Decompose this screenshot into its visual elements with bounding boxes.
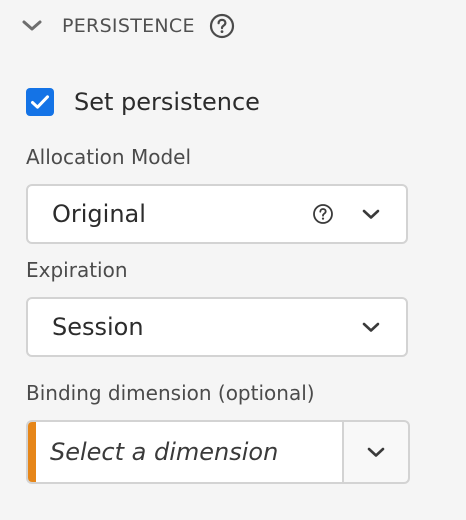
help-circle-icon — [209, 13, 234, 39]
collapse-toggle-button[interactable] — [20, 14, 44, 38]
expiration-chevron — [360, 316, 382, 338]
validation-indicator-bar — [28, 422, 36, 482]
binding-dimension-dropdown-button[interactable] — [342, 420, 410, 484]
set-persistence-checkbox-row[interactable]: Set persistence — [26, 86, 260, 118]
binding-dimension-placeholder: Select a dimension — [50, 438, 279, 466]
checkmark-icon — [31, 95, 49, 109]
chevron-down-icon — [22, 20, 42, 31]
expiration-value: Session — [52, 313, 144, 341]
binding-dimension-label: Binding dimension (optional) — [26, 381, 315, 405]
chevron-down-icon — [367, 447, 385, 457]
set-persistence-label: Set persistence — [74, 88, 260, 116]
allocation-model-dropdown[interactable]: Original — [26, 184, 408, 244]
help-circle-icon — [313, 204, 333, 224]
section-header: PERSISTENCE — [20, 8, 235, 44]
binding-dimension-combobox: Select a dimension — [26, 420, 410, 484]
allocation-model-value: Original — [52, 200, 146, 228]
section-help-button[interactable] — [209, 13, 235, 39]
allocation-model-help-button[interactable] — [312, 203, 334, 225]
chevron-down-icon — [362, 322, 380, 332]
section-title: PERSISTENCE — [62, 15, 195, 37]
set-persistence-checkbox[interactable] — [26, 88, 54, 116]
expiration-label: Expiration — [26, 258, 128, 282]
chevron-down-icon — [362, 209, 380, 219]
allocation-model-label: Allocation Model — [26, 145, 191, 169]
allocation-model-chevron — [360, 203, 382, 225]
expiration-dropdown[interactable]: Session — [26, 297, 408, 357]
binding-dimension-input[interactable]: Select a dimension — [26, 420, 342, 484]
